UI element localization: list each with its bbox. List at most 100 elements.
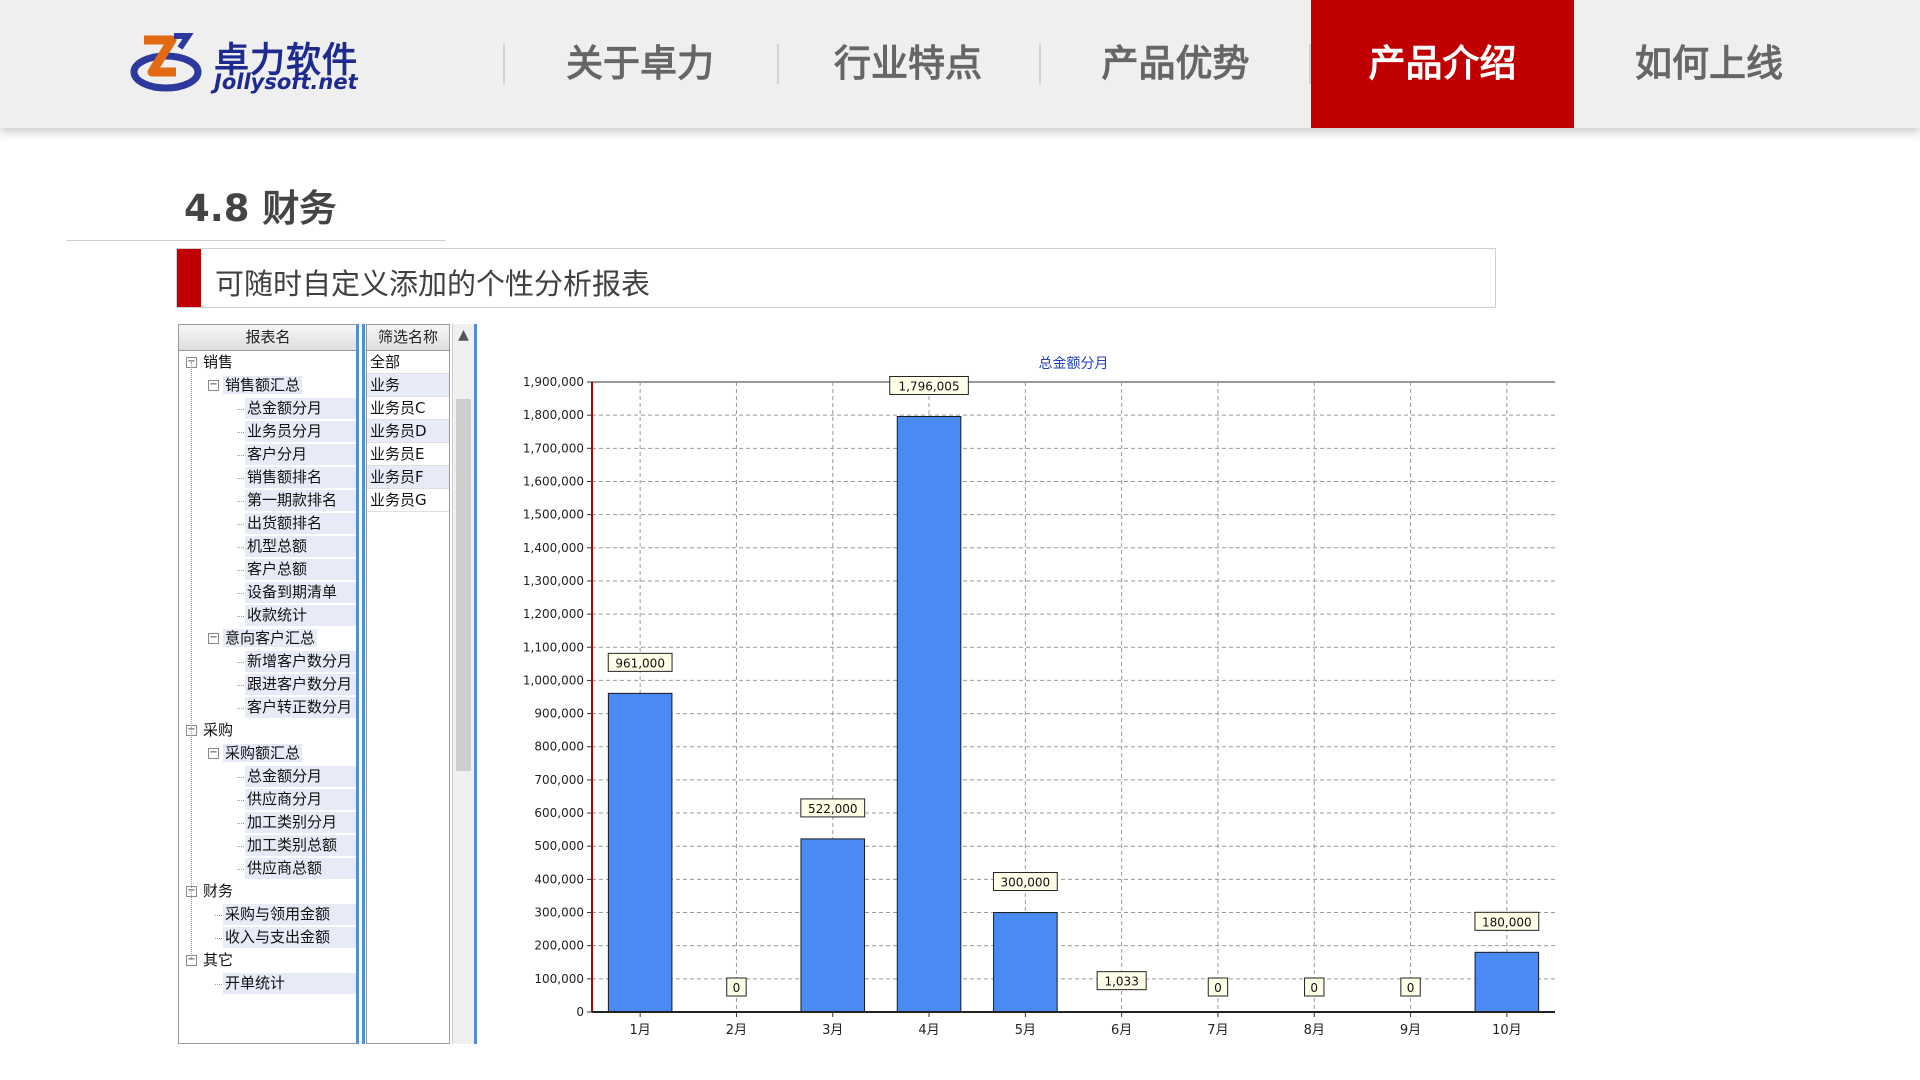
y-tick-label: 1,600,000 xyxy=(523,474,584,488)
tree-item-label: 客户转正数分月 xyxy=(247,698,353,716)
tree-item[interactable]: 业务员分月 xyxy=(245,421,357,442)
nav-product-intro[interactable]: 产品介绍 xyxy=(1311,0,1574,128)
tree-item[interactable]: 收款统计 xyxy=(245,605,357,626)
report-tree-header[interactable]: 报表名 xyxy=(179,325,357,351)
data-label: 1,033 xyxy=(1104,975,1138,989)
data-label: 0 xyxy=(1310,981,1318,995)
tree-item-label: 总金额分月 xyxy=(247,399,323,417)
tree-item-label: 供应商分月 xyxy=(247,790,323,808)
filter-item[interactable]: 业务员E xyxy=(367,443,449,466)
x-tick-label: 10月 xyxy=(1492,1023,1522,1038)
tree-subgroup[interactable]: 意向客户汇总 xyxy=(223,628,357,649)
tree-item-label: 销售额汇总 xyxy=(223,376,303,394)
company-logo[interactable]: 卓力软件 Jollysoft.net xyxy=(130,32,360,96)
nav-how-to-launch[interactable]: 如何上线 xyxy=(1574,0,1844,128)
tree-group[interactable]: 销售 xyxy=(201,352,357,373)
tree-connector-line xyxy=(237,777,244,778)
nav-advantages[interactable]: 产品优势 xyxy=(1041,0,1310,128)
filter-list-scrollbar[interactable]: ▲ xyxy=(452,324,474,1044)
data-label: 0 xyxy=(1214,981,1222,995)
tree-item[interactable]: 新增客户数分月 xyxy=(245,651,357,672)
chart-title: 总金额分月 xyxy=(1039,356,1109,372)
collapse-toggle-icon[interactable]: − xyxy=(208,633,219,644)
panel-splitter[interactable] xyxy=(356,324,359,1044)
monthly-total-chart: 总金额分月 0 100,000 200,000 300,000 400,000 500,00… xyxy=(500,340,1570,1060)
tree-item[interactable]: 加工类别分月 xyxy=(245,812,357,833)
tree-connector-line xyxy=(237,800,244,801)
tree-item-label: 收款统计 xyxy=(247,606,308,624)
y-tick-label: 100,000 xyxy=(534,972,584,986)
tree-item[interactable]: 总金额分月 xyxy=(245,398,357,419)
tree-item[interactable]: 供应商总额 xyxy=(245,858,357,879)
tree-connector-line xyxy=(215,915,222,916)
y-tick-label: 700,000 xyxy=(534,773,584,787)
tree-item-label: 收入与支出金额 xyxy=(225,928,331,946)
tree-group[interactable]: 其它 xyxy=(201,950,357,971)
tree-item[interactable]: 客户转正数分月 xyxy=(245,697,357,718)
x-tick-label: 2月 xyxy=(726,1023,747,1038)
tree-subgroup[interactable]: 收入与支出金额 xyxy=(223,927,357,948)
tree-item[interactable]: 设备到期清单 xyxy=(245,582,357,603)
y-tick-label: 1,000,000 xyxy=(523,673,584,687)
tree-item-label: 第一期款排名 xyxy=(247,491,338,509)
tree-item-label: 机型总额 xyxy=(247,537,308,555)
filter-list-header[interactable]: 筛选名称 xyxy=(367,325,449,351)
tree-item-label: 新增客户数分月 xyxy=(247,652,353,670)
nav-industry[interactable]: 行业特点 xyxy=(779,0,1037,128)
tree-connector-line xyxy=(191,362,192,960)
tree-item[interactable]: 跟进客户数分月 xyxy=(245,674,357,695)
y-tick-label: 200,000 xyxy=(534,939,584,953)
panel-splitter[interactable] xyxy=(362,324,365,1044)
tree-item[interactable]: 出货额排名 xyxy=(245,513,357,534)
tree-connector-line xyxy=(237,869,244,870)
filter-item[interactable]: 业务 xyxy=(367,374,449,397)
tree-item[interactable]: 加工类别总额 xyxy=(245,835,357,856)
scroll-up-arrow-icon[interactable]: ▲ xyxy=(453,324,474,346)
tree-item[interactable]: 机型总额 xyxy=(245,536,357,557)
nav-about[interactable]: 关于卓力 xyxy=(505,0,775,128)
panel-splitter[interactable] xyxy=(474,324,477,1044)
tree-item-label: 客户分月 xyxy=(247,445,308,463)
tree-item[interactable]: 第一期款排名 xyxy=(245,490,357,511)
top-nav-bar: 卓力软件 Jollysoft.net 关于卓力 行业特点 产品优势 产品介绍 如… xyxy=(0,0,1920,128)
section-divider xyxy=(66,240,446,241)
tree-item[interactable]: 总金额分月 xyxy=(245,766,357,787)
tree-subgroup[interactable]: 开单统计 xyxy=(223,973,357,994)
tree-item-label: 销售额排名 xyxy=(247,468,323,486)
tree-item-label: 其它 xyxy=(203,951,234,969)
filter-item[interactable]: 全部 xyxy=(367,351,449,374)
tree-subgroup[interactable]: 销售额汇总 xyxy=(223,375,357,396)
logo-mark-icon xyxy=(130,33,202,92)
tree-connector-line xyxy=(237,616,244,617)
tree-item[interactable]: 供应商分月 xyxy=(245,789,357,810)
tree-item[interactable]: 客户总额 xyxy=(245,559,357,580)
tree-connector-line xyxy=(237,501,244,502)
bar-1月 xyxy=(607,692,673,1013)
x-tick-label: 6月 xyxy=(1111,1023,1132,1038)
tree-item[interactable]: 客户分月 xyxy=(245,444,357,465)
data-label: 0 xyxy=(733,981,741,995)
tree-connector-line xyxy=(237,593,244,594)
filter-item[interactable]: 业务员C xyxy=(367,397,449,420)
filter-item[interactable]: 业务员F xyxy=(367,466,449,489)
x-tick-label: 1月 xyxy=(630,1023,651,1038)
y-tick-label: 800,000 xyxy=(534,740,584,754)
tree-group[interactable]: 财务 xyxy=(201,881,357,902)
tree-subgroup[interactable]: 采购额汇总 xyxy=(223,743,357,764)
tree-item-label: 总金额分月 xyxy=(247,767,323,785)
tree-connector-line xyxy=(237,478,244,479)
scroll-thumb[interactable] xyxy=(456,399,471,771)
data-label: 0 xyxy=(1407,981,1415,995)
collapse-toggle-icon[interactable]: − xyxy=(208,748,219,759)
filter-item[interactable]: 业务员D xyxy=(367,420,449,443)
tree-item[interactable]: 销售额排名 xyxy=(245,467,357,488)
y-tick-label: 1,900,000 xyxy=(523,375,584,389)
x-tick-label: 3月 xyxy=(822,1023,843,1038)
filter-item[interactable]: 业务员G xyxy=(367,489,449,512)
tree-group[interactable]: 采购 xyxy=(201,720,357,741)
tree-item-label: 加工类别分月 xyxy=(247,813,338,831)
tree-subgroup[interactable]: 采购与领用金额 xyxy=(223,904,357,925)
collapse-toggle-icon[interactable]: − xyxy=(208,380,219,391)
data-label: 1,796,005 xyxy=(899,379,960,393)
x-tick-label: 9月 xyxy=(1400,1023,1421,1038)
